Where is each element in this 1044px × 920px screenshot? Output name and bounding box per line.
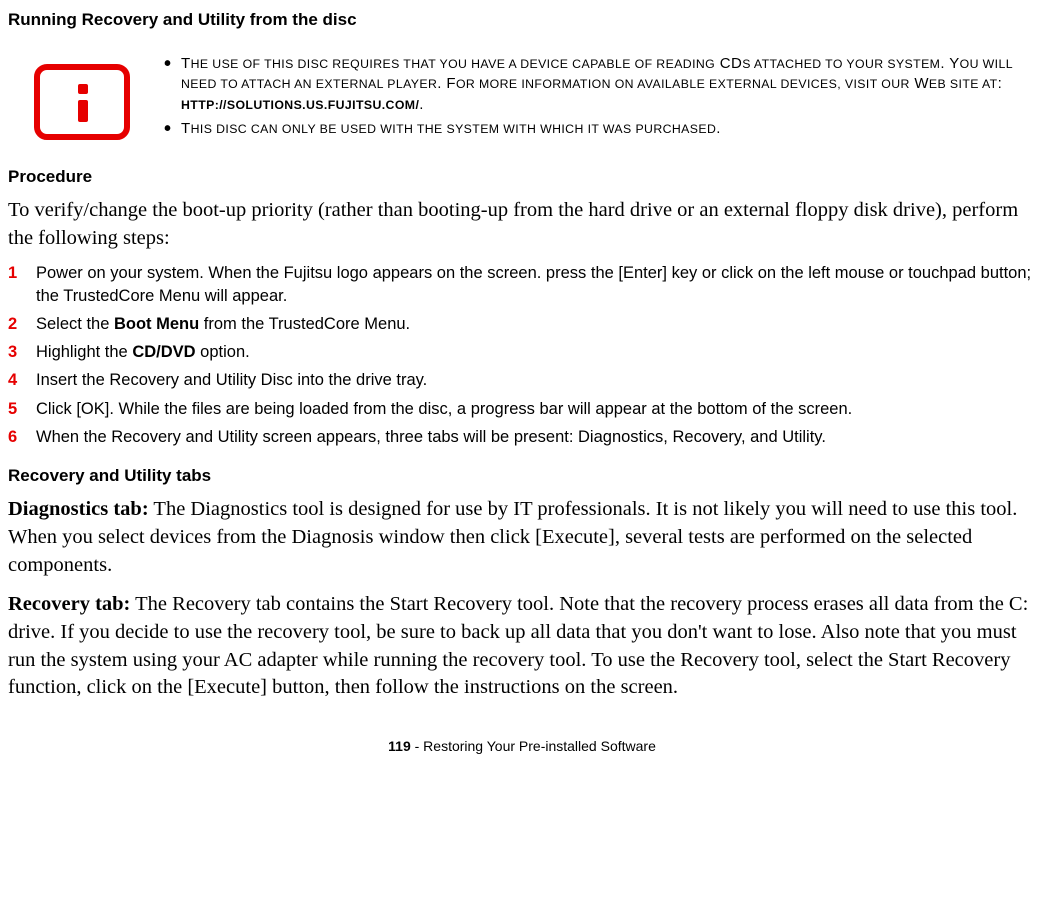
info-text-2: THIS DISC CAN ONLY BE USED WITH THE SYST… xyxy=(181,119,721,139)
step-text: Insert the Recovery and Utility Disc int… xyxy=(36,369,427,391)
step-1: 1 Power on your system. When the Fujitsu… xyxy=(8,262,1036,307)
footer-text: - Restoring Your Pre-installed Software xyxy=(411,738,656,754)
info-text-1: THE USE OF THIS DISC REQUIRES THAT YOU H… xyxy=(181,54,1026,115)
diagnostics-text: The Diagnostics tool is designed for use… xyxy=(8,498,1017,575)
step-number: 4 xyxy=(8,369,22,391)
step-number: 2 xyxy=(8,313,22,335)
step-number: 3 xyxy=(8,341,22,363)
info-content: • THE USE OF THIS DISC REQUIRES THAT YOU… xyxy=(164,54,1026,143)
info-item-2: • THIS DISC CAN ONLY BE USED WITH THE SY… xyxy=(164,119,1026,139)
page-number: 119 xyxy=(388,738,411,754)
tabs-heading: Recovery and Utility tabs xyxy=(8,466,1036,486)
step-2: 2 Select the Boot Menu from the TrustedC… xyxy=(8,313,1036,335)
step-number: 6 xyxy=(8,426,22,448)
step-text: Highlight the CD/DVD option. xyxy=(36,341,250,363)
page-footer: 119 - Restoring Your Pre-installed Softw… xyxy=(8,738,1036,754)
step-text: When the Recovery and Utility screen app… xyxy=(36,426,826,448)
recovery-paragraph: Recovery tab: The Recovery tab contains … xyxy=(8,591,1036,702)
step-6: 6 When the Recovery and Utility screen a… xyxy=(8,426,1036,448)
info-item-1: • THE USE OF THIS DISC REQUIRES THAT YOU… xyxy=(164,54,1026,115)
procedure-intro: To verify/change the boot-up priority (r… xyxy=(8,197,1036,252)
step-4: 4 Insert the Recovery and Utility Disc i… xyxy=(8,369,1036,391)
step-number: 1 xyxy=(8,262,22,307)
procedure-heading: Procedure xyxy=(8,167,1036,187)
recovery-label: Recovery tab: xyxy=(8,593,130,615)
steps-list: 1 Power on your system. When the Fujitsu… xyxy=(8,262,1036,448)
step-number: 5 xyxy=(8,398,22,420)
step-text: Power on your system. When the Fujitsu l… xyxy=(36,262,1036,307)
step-text: Click [OK]. While the files are being lo… xyxy=(36,398,852,420)
info-icon xyxy=(32,62,132,142)
step-text: Select the Boot Menu from the TrustedCor… xyxy=(36,313,410,335)
info-callout: • THE USE OF THIS DISC REQUIRES THAT YOU… xyxy=(32,54,1026,143)
recovery-text: The Recovery tab contains the Start Reco… xyxy=(8,593,1028,698)
diagnostics-paragraph: Diagnostics tab: The Diagnostics tool is… xyxy=(8,496,1036,579)
diagnostics-label: Diagnostics tab: xyxy=(8,498,149,520)
bullet-icon: • xyxy=(164,54,171,115)
bullet-icon: • xyxy=(164,119,171,139)
step-3: 3 Highlight the CD/DVD option. xyxy=(8,341,1036,363)
page-heading: Running Recovery and Utility from the di… xyxy=(8,10,1036,30)
step-5: 5 Click [OK]. While the files are being … xyxy=(8,398,1036,420)
